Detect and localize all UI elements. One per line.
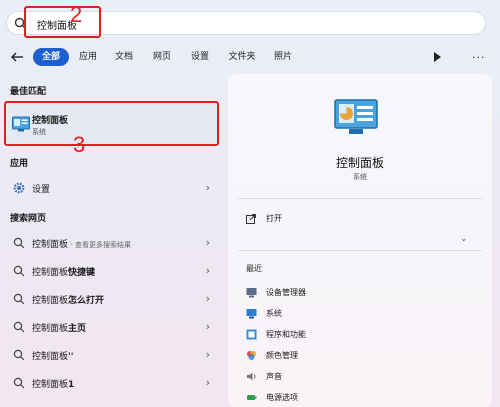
back-arrow-icon[interactable] — [10, 50, 24, 64]
divider — [238, 250, 482, 251]
open-external-icon — [246, 214, 256, 224]
search-icon — [13, 377, 25, 389]
web-result-label: 控制面板快捷键 — [32, 265, 95, 278]
apps-heading: 应用 — [10, 159, 29, 169]
recent-item-label: 设备管理器 — [266, 288, 306, 297]
chevron-right-icon[interactable]: › — [206, 181, 210, 194]
recent-item-label: 系统 — [266, 309, 282, 318]
play-icon[interactable] — [434, 52, 441, 62]
tab-photos[interactable]: 照片 — [268, 48, 298, 66]
web-result-label: 控制面板 - 查看更多搜索结果 — [32, 237, 131, 250]
color-management-icon — [247, 351, 256, 360]
recent-item-label: 电源选项 — [266, 393, 298, 402]
chevron-right-icon[interactable]: › — [206, 292, 210, 305]
divider — [238, 198, 482, 199]
filter-bar: 全部 应用 文档 网页 设置 文件夹 照片 ... — [0, 44, 500, 70]
system-icon — [246, 309, 257, 319]
web-result-text: 控制面板 — [32, 296, 69, 306]
tab-settings[interactable]: 设置 — [185, 48, 215, 66]
chevron-down-icon[interactable]: ⌄ — [460, 234, 468, 244]
list-item-label: 设置 — [32, 185, 51, 195]
web-result-row[interactable]: 控制面板怎么打开 › — [8, 289, 218, 309]
sound-icon — [247, 372, 256, 381]
web-result-bold: '' — [68, 352, 74, 362]
web-result-label: 控制面板1 — [32, 377, 74, 390]
chevron-right-icon[interactable]: › — [206, 376, 210, 389]
chevron-right-icon[interactable]: › — [206, 264, 210, 277]
best-match-heading: 最佳匹配 — [10, 87, 47, 97]
chevron-right-icon[interactable]: › — [206, 348, 210, 361]
power-options-icon — [247, 395, 257, 400]
web-result-row[interactable]: 控制面板 - 查看更多搜索结果 › — [8, 233, 218, 253]
web-result-bold: 主页 — [68, 324, 87, 334]
web-result-row[interactable]: 控制面板主页 › — [8, 317, 218, 337]
list-item-settings[interactable]: 设置 › — [8, 178, 218, 198]
recent-item-label: 程序和功能 — [266, 330, 306, 339]
web-result-text: 控制面板 — [32, 324, 69, 334]
gear-icon — [13, 182, 25, 194]
recent-item-label: 声音 — [266, 372, 282, 381]
web-result-bold: 1 — [68, 380, 75, 390]
web-result-row[interactable]: 控制面板'' › — [8, 345, 218, 365]
recent-item-label: 颜色管理 — [266, 351, 298, 360]
web-result-label: 控制面板主页 — [32, 321, 86, 334]
search-icon — [13, 237, 25, 249]
web-result-label: 控制面板怎么打开 — [32, 293, 104, 306]
web-result-row[interactable]: 控制面板1 › — [8, 373, 218, 393]
web-result-bold: 怎么打开 — [68, 296, 105, 306]
recent-heading: 最近 — [246, 264, 262, 273]
tab-all[interactable]: 全部 — [33, 48, 69, 66]
annotation-box-search — [24, 6, 101, 38]
open-label: 打开 — [266, 214, 282, 223]
tab-web[interactable]: 网页 — [147, 48, 177, 66]
search-icon — [13, 293, 25, 305]
annotation-number-3: 3 — [73, 132, 86, 157]
web-result-row[interactable]: 控制面板快捷键 › — [8, 261, 218, 281]
search-icon — [13, 265, 25, 277]
more-options-button[interactable]: ... — [472, 48, 486, 61]
annotation-number-2: 2 — [70, 2, 83, 27]
web-result-text: 控制面板 — [32, 240, 69, 250]
web-result-text: 控制面板 — [32, 380, 69, 390]
control-panel-large-icon — [334, 99, 378, 134]
annotation-box-best-match — [4, 101, 219, 146]
chevron-right-icon[interactable]: › — [206, 320, 210, 333]
detail-subtitle: 系统 — [353, 173, 367, 181]
tab-documents[interactable]: 文档 — [109, 48, 139, 66]
web-result-bold: 快捷键 — [68, 268, 96, 278]
search-icon — [13, 349, 25, 361]
programs-icon — [246, 329, 257, 340]
chevron-right-icon[interactable]: › — [206, 236, 210, 249]
web-search-heading: 搜索网页 — [10, 214, 47, 224]
web-result-label: 控制面板'' — [32, 349, 74, 362]
detail-title: 控制面板 — [335, 156, 384, 170]
web-result-text: 控制面板 — [32, 268, 69, 278]
search-icon — [13, 321, 25, 333]
tab-apps[interactable]: 应用 — [73, 48, 103, 66]
web-result-text: 控制面板 — [32, 352, 69, 362]
tab-folders[interactable]: 文件夹 — [222, 48, 262, 66]
device-manager-icon — [246, 288, 257, 298]
web-result-hint: - 查看更多搜索结果 — [68, 241, 131, 249]
